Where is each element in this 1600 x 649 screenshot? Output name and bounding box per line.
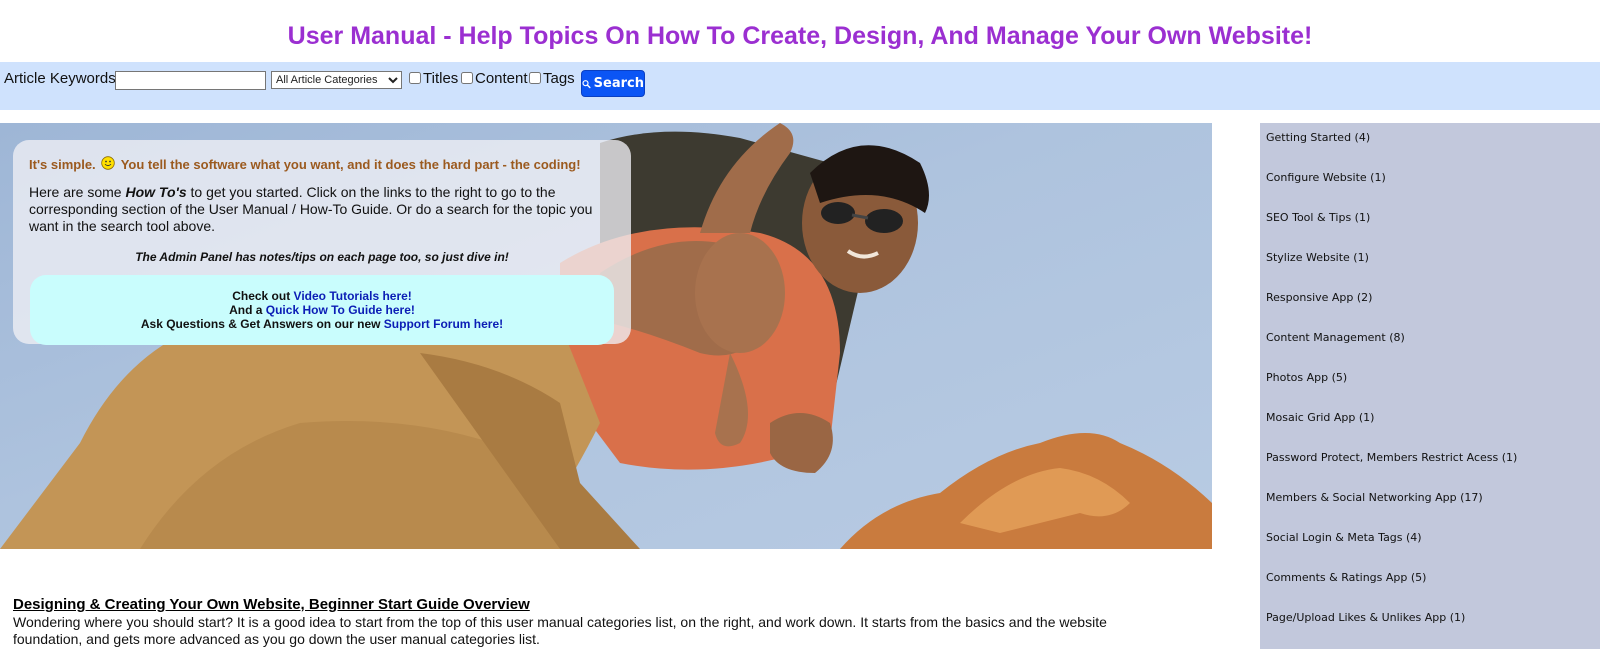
sidebar-item-photos-app[interactable]: Photos App (5): [1266, 371, 1347, 384]
titles-checkbox-label: Titles: [423, 70, 459, 87]
sidebar-item-comments-ratings[interactable]: Comments & Ratings App (5): [1266, 571, 1426, 584]
sidebar-item-likes-unlikes[interactable]: Page/Upload Likes & Unlikes App (1): [1266, 611, 1465, 624]
search-button-label: Search: [593, 76, 644, 91]
intro-tagline-part2: You tell the software what you want, and…: [120, 157, 581, 172]
howto-emphasis: How To's: [125, 184, 187, 200]
page-title: User Manual - Help Topics On How To Crea…: [287, 22, 1313, 50]
sidebar-item-content-management[interactable]: Content Management (8): [1266, 331, 1405, 344]
tags-checkbox-label: Tags: [543, 70, 575, 87]
video-tutorials-link[interactable]: Video Tutorials here!: [294, 289, 412, 303]
search-button[interactable]: Search: [581, 70, 645, 97]
intro-tagline-part1: It's simple.: [29, 157, 96, 172]
keywords-label: Article Keywords: [4, 70, 116, 87]
sidebar-item-password-protect[interactable]: Password Protect, Members Restrict Acess…: [1266, 451, 1517, 464]
tags-checkbox[interactable]: [529, 72, 541, 84]
titles-checkbox[interactable]: [409, 72, 421, 84]
sidebar-item-getting-started[interactable]: Getting Started (4): [1266, 131, 1370, 144]
content-checkbox[interactable]: [461, 72, 473, 84]
content-checkbox-label: Content: [475, 70, 528, 87]
sidebar-item-configure-website[interactable]: Configure Website (1): [1266, 171, 1386, 184]
search-bar: Article Keywords All Article Categories …: [0, 62, 1600, 110]
smiley-icon: [101, 156, 115, 170]
sidebar-item-social-login[interactable]: Social Login & Meta Tags (4): [1266, 531, 1422, 544]
admin-panel-note: The Admin Panel has notes/tips on each p…: [135, 250, 509, 264]
categories-sidebar: Getting Started (4) Configure Website (1…: [1260, 123, 1600, 649]
category-select[interactable]: All Article Categories: [271, 71, 402, 89]
support-forum-link[interactable]: Support Forum here!: [384, 317, 503, 331]
article-title[interactable]: Designing & Creating Your Own Website, B…: [13, 596, 530, 613]
support-forum-text: Ask Questions & Get Answers on our new: [140, 317, 384, 331]
sidebar-item-mosaic-grid-app[interactable]: Mosaic Grid App (1): [1266, 411, 1374, 424]
intro-tagline: It's simple. You tell the software what …: [29, 156, 581, 172]
video-tutorials-text: Check out: [232, 289, 294, 303]
magnifier-icon: [582, 79, 591, 88]
intro-box: It's simple. You tell the software what …: [13, 140, 631, 345]
sidebar-item-responsive-app[interactable]: Responsive App (2): [1266, 291, 1372, 304]
sidebar-item-stylize-website[interactable]: Stylize Website (1): [1266, 251, 1369, 264]
howto-prefix: Here are some: [29, 184, 126, 200]
tutorial-links-box: Check out Video Tutorials here! And a Qu…: [30, 275, 614, 345]
quick-guide-link[interactable]: Quick How To Guide here!: [266, 303, 415, 317]
support-forum-line: Ask Questions & Get Answers on our new S…: [30, 317, 614, 331]
keywords-input[interactable]: [115, 71, 266, 90]
intro-howto-text: Here are some How To's to get you starte…: [29, 184, 619, 235]
article-body: Wondering where you should start? It is …: [13, 614, 1107, 647]
sidebar-item-members-social[interactable]: Members & Social Networking App (17): [1266, 491, 1483, 504]
quick-guide-text: And a: [229, 303, 266, 317]
quick-guide-line: And a Quick How To Guide here!: [30, 303, 614, 317]
video-tutorials-line: Check out Video Tutorials here!: [30, 289, 614, 303]
sidebar-item-seo-tool[interactable]: SEO Tool & Tips (1): [1266, 211, 1370, 224]
